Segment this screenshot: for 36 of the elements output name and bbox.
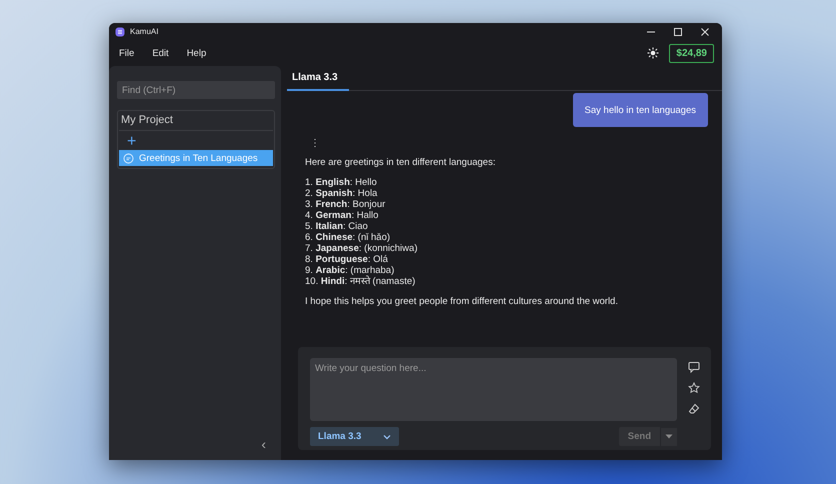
list-item-text: 6. Chinese: (nǐ hǎo) (305, 232, 392, 243)
eraser-icon[interactable] (688, 403, 700, 415)
add-chat-button[interactable]: + (119, 131, 144, 150)
app-logo-icon (115, 26, 125, 36)
menu-item[interactable]: File (119, 48, 134, 58)
list-item-text: 5. Italian: Ciao (305, 221, 369, 232)
menu-item[interactable]: Help (186, 48, 206, 58)
close-icon[interactable] (700, 26, 710, 36)
list-item-text: 1. English: Hello (305, 177, 378, 188)
balance-badge: $24,89 (669, 44, 714, 62)
list-item-text: 10. Hindi: नमस्ते (namaste) (305, 276, 416, 287)
theme-toggle-icon[interactable] (647, 47, 660, 59)
response-text: I hope this helps you greet people from different cultures around the world. (305, 296, 619, 307)
question-field[interactable]: Write your question here... (310, 358, 677, 421)
list-item-text: 9. Arabic: (marhaba) (305, 265, 396, 276)
list-item-text: 7. Japanese: (konnichiwa) (305, 243, 418, 254)
chevron-down-icon (383, 434, 392, 440)
dropdown-arrow-icon[interactable] (665, 434, 673, 439)
list-item-text: 8. Portuguese: Olá (305, 254, 389, 265)
project-title: My Project (119, 111, 273, 131)
message-menu-button[interactable]: ⋮ (305, 127, 320, 149)
comment-icon[interactable] (688, 361, 700, 373)
user-message-bubble: Say hello in ten languages (572, 93, 708, 127)
list-item-text: 2. Spanish: Hola (305, 188, 378, 199)
list-item-text: 3. French: Bonjour (305, 199, 386, 210)
menu-item[interactable]: Edit (152, 48, 169, 58)
star-icon[interactable] (688, 382, 700, 394)
model-tab[interactable]: Llama 3.3 (287, 66, 349, 91)
collapse-sidebar-button[interactable]: ‹ (261, 436, 275, 452)
chat-bubble-icon (123, 152, 134, 164)
list-item-text: 4. German: Hallo (305, 210, 380, 221)
search-field[interactable]: Find (Ctrl+F) (117, 81, 275, 99)
maximize-icon[interactable] (673, 26, 683, 36)
response-text: Here are greetings in ten different languages: (305, 157, 496, 168)
window-title: KamuAI (130, 27, 160, 36)
model-dropdown[interactable]: Llama 3.3 (310, 427, 400, 446)
